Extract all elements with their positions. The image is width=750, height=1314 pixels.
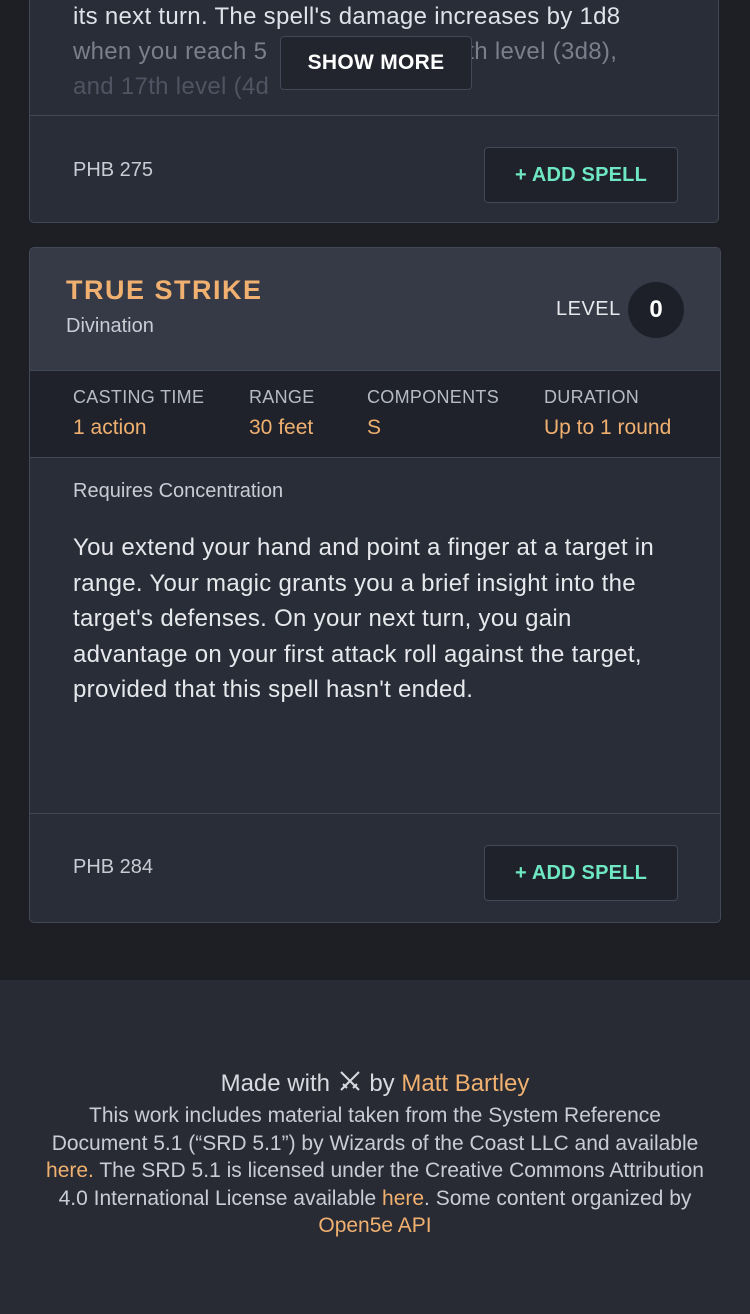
license-part: . Some content organized by xyxy=(424,1186,692,1210)
spell-source: PHB 284 xyxy=(73,856,154,878)
stat-value: Up to 1 round xyxy=(544,416,672,439)
spell-name: TRUE STRIKE xyxy=(66,275,263,305)
spell-list: its next turn. The spell's damage increa… xyxy=(0,0,750,980)
level-label: LEVEL xyxy=(556,298,621,320)
stat-range: RANGE 30 feet xyxy=(249,387,315,440)
divider xyxy=(30,115,718,116)
stat-label: COMPONENTS xyxy=(367,387,500,407)
author-link[interactable]: Matt Bartley xyxy=(401,1070,529,1097)
add-spell-button[interactable]: + ADD SPELL xyxy=(484,147,678,203)
srd-link[interactable]: here. xyxy=(46,1159,94,1182)
made-with-line: Made with by Matt Bartley xyxy=(0,1068,750,1098)
stat-label: RANGE xyxy=(249,387,315,407)
concentration-note: Requires Concentration xyxy=(73,480,284,502)
stat-duration: DURATION Up to 1 round xyxy=(544,387,671,440)
page: its next turn. The spell's damage increa… xyxy=(0,0,750,1314)
stat-casting-time: CASTING TIME 1 action xyxy=(73,387,204,440)
license-link[interactable]: here xyxy=(382,1187,424,1210)
license-part: This work includes material taken from t… xyxy=(51,1104,699,1155)
level-badge: 0 xyxy=(628,282,684,338)
spell-school: Divination xyxy=(66,315,154,337)
spell-source: PHB 275 xyxy=(73,159,154,181)
made-with-text: Made with xyxy=(220,1070,330,1097)
stat-value: 1 action xyxy=(73,416,147,439)
spell-stats: CASTING TIME 1 action RANGE 30 feet COMP… xyxy=(30,370,720,458)
description-line: its next turn. The spell's damage increa… xyxy=(73,3,621,30)
spell-card-previous: its next turn. The spell's damage increa… xyxy=(29,0,719,223)
show-more-button[interactable]: SHOW MORE xyxy=(280,36,472,90)
license-text: This work includes material taken from t… xyxy=(45,1102,705,1240)
site-footer: Made with by Matt Bartley This work incl… xyxy=(0,980,750,1314)
stat-label: DURATION xyxy=(544,387,640,407)
stat-value: 30 feet xyxy=(249,416,314,439)
spell-description: You extend your hand and point a finger … xyxy=(73,534,655,703)
spell-card-true-strike: TRUE STRIKE Divination LEVEL 0 CASTING T… xyxy=(29,247,721,923)
spell-card-header: TRUE STRIKE Divination LEVEL 0 xyxy=(30,248,720,370)
crossed-swords-icon xyxy=(339,1071,360,1091)
by-text: by xyxy=(369,1070,395,1097)
open5e-api-link[interactable]: Open5e API xyxy=(318,1214,431,1237)
stat-label: CASTING TIME xyxy=(73,387,205,407)
add-spell-button[interactable]: + ADD SPELL xyxy=(484,845,678,901)
divider xyxy=(30,813,720,814)
stat-value: S xyxy=(367,416,382,439)
stat-components: COMPONENTS S xyxy=(367,387,499,440)
